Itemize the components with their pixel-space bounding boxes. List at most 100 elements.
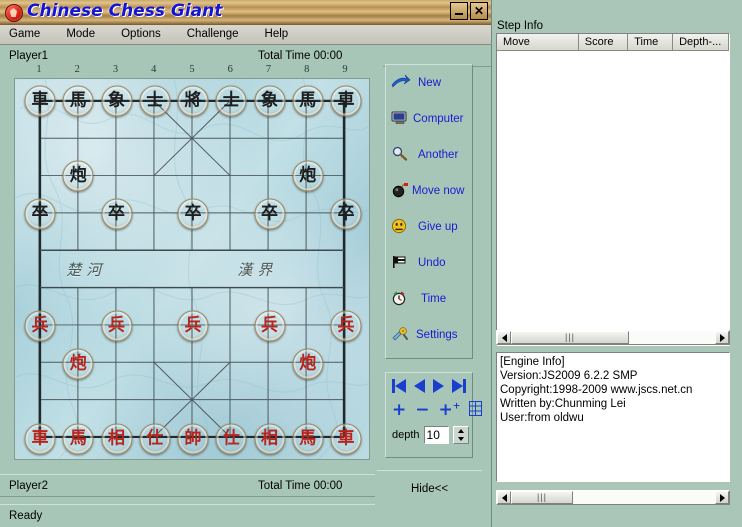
- piece-black-4-3[interactable]: 卒: [177, 198, 209, 230]
- piece-red-2-9[interactable]: 相: [101, 423, 132, 455]
- depth-input[interactable]: 10: [423, 426, 449, 444]
- player2-total-time: Total Time 00:00: [258, 479, 343, 492]
- action-button-label: Undo: [418, 257, 446, 269]
- menu-item-challenge[interactable]: Challenge: [187, 27, 251, 42]
- piece-black-4-0[interactable]: 將: [177, 85, 209, 117]
- action-button-label: Another: [418, 149, 459, 161]
- first-move-button[interactable]: [392, 379, 406, 393]
- piece-red-0-9[interactable]: 車: [24, 423, 56, 455]
- piece-black-2-3[interactable]: 卒: [101, 198, 132, 230]
- title-bar: Chinese Chess Giant ✕: [0, 0, 491, 25]
- piece-black-6-3[interactable]: 卒: [254, 198, 285, 230]
- list-icon[interactable]: [469, 401, 483, 419]
- plus-icon[interactable]: +: [392, 401, 406, 419]
- last-move-button[interactable]: [452, 379, 466, 393]
- piece-red-3-9[interactable]: 仕: [139, 423, 171, 455]
- action-button-undo[interactable]: Undo: [386, 245, 472, 281]
- menu-item-mode[interactable]: Mode: [66, 27, 107, 42]
- next-move-button[interactable]: [433, 379, 444, 393]
- navigation-panel: + − ++ depth 10: [385, 372, 483, 458]
- menu-item-options[interactable]: Options: [121, 27, 173, 42]
- piece-red-0-6[interactable]: 兵: [24, 310, 56, 342]
- piece-red-7-9[interactable]: 馬: [292, 423, 324, 455]
- action-button-label: Computer: [413, 113, 464, 125]
- action-button-move-now[interactable]: Move now: [386, 173, 472, 209]
- piece-black-6-0[interactable]: 象: [254, 85, 285, 117]
- xiangqi-board[interactable]: 楚河 漢界 車馬象士將士象馬車炮炮卒卒卒卒卒兵兵兵兵兵炮炮車馬相仕帥仕相馬車: [14, 78, 370, 460]
- piece-black-8-3[interactable]: 卒: [330, 198, 362, 230]
- action-button-new[interactable]: New: [386, 65, 472, 101]
- minus-icon[interactable]: −: [415, 401, 429, 419]
- action-button-time[interactable]: Time: [386, 281, 472, 317]
- engine-scroll-right-button[interactable]: [715, 491, 729, 504]
- previous-move-button[interactable]: [414, 379, 425, 393]
- action-button-give-up[interactable]: Give up: [386, 209, 472, 245]
- menu-item-game[interactable]: Game: [9, 27, 52, 42]
- piece-red-6-9[interactable]: 相: [254, 423, 285, 455]
- column-header-time[interactable]: Time: [628, 34, 674, 51]
- scroll-thumb[interactable]: |||: [511, 331, 629, 344]
- piece-black-3-0[interactable]: 士: [139, 85, 171, 117]
- scroll-track[interactable]: |||: [511, 331, 715, 344]
- piece-red-2-6[interactable]: 兵: [101, 310, 132, 342]
- piece-red-1-7[interactable]: 炮: [62, 348, 94, 380]
- sad-face-icon: [391, 218, 409, 236]
- piece-red-4-6[interactable]: 兵: [177, 310, 209, 342]
- column-header-score[interactable]: Score: [578, 34, 629, 51]
- engine-info-line: User:from oldwu: [500, 412, 584, 424]
- action-button-computer[interactable]: Computer: [386, 101, 472, 137]
- magnifier-icon: [391, 146, 409, 164]
- piece-red-1-9[interactable]: 馬: [62, 423, 94, 455]
- scroll-right-button[interactable]: [715, 331, 729, 344]
- status-text: Ready: [9, 510, 43, 522]
- piece-red-4-9[interactable]: 帥: [177, 423, 209, 455]
- river-text-left: 楚河: [66, 261, 107, 280]
- piece-black-1-2[interactable]: 炮: [62, 160, 94, 192]
- depth-spinner-up[interactable]: [454, 427, 468, 435]
- engine-info-hscrollbar[interactable]: |||: [496, 490, 730, 505]
- depth-spinner[interactable]: [452, 426, 469, 444]
- close-button[interactable]: ✕: [470, 2, 488, 20]
- engine-scroll-left-button[interactable]: [497, 491, 511, 504]
- step-info-hscrollbar[interactable]: |||: [496, 330, 730, 345]
- engine-info-box[interactable]: [Engine Info] Version:JS2009 6.2.2 SMP Cop…: [496, 352, 730, 482]
- column-number-9: 9: [342, 64, 348, 75]
- engine-scroll-track[interactable]: |||: [511, 491, 715, 504]
- step-info-list[interactable]: Move Score Time Depth-...: [496, 33, 730, 346]
- engine-scroll-thumb[interactable]: |||: [511, 491, 573, 504]
- scroll-left-button[interactable]: [497, 331, 511, 344]
- action-button-label: Settings: [416, 329, 458, 341]
- engine-info-line: Written by:Chunming Lei: [500, 398, 626, 410]
- action-button-label: New: [418, 77, 442, 89]
- piece-red-8-6[interactable]: 兵: [330, 310, 362, 342]
- piece-black-0-0[interactable]: 車: [24, 85, 56, 117]
- piece-black-8-0[interactable]: 車: [330, 85, 362, 117]
- column-number-3: 3: [112, 64, 119, 75]
- minimize-button[interactable]: [450, 2, 468, 20]
- hide-panel-button[interactable]: Hide<<: [377, 470, 482, 506]
- piece-red-6-6[interactable]: 兵: [254, 310, 285, 342]
- column-header-move[interactable]: Move: [497, 34, 579, 51]
- player2-name: Player2: [9, 479, 48, 492]
- piece-red-7-7[interactable]: 炮: [292, 348, 324, 380]
- piece-black-7-2[interactable]: 炮: [292, 160, 324, 192]
- engine-info-line: Version:JS2009 6.2.2 SMP: [500, 370, 638, 382]
- action-button-settings[interactable]: Settings: [386, 317, 472, 353]
- piece-red-8-9[interactable]: 車: [330, 423, 362, 455]
- action-button-panel: New Computer Another Move now Give up Undo Tim…: [385, 64, 473, 359]
- menu-item-help[interactable]: Help: [265, 27, 301, 42]
- depth-spinner-down[interactable]: [454, 435, 468, 443]
- piece-black-5-0[interactable]: 士: [215, 85, 247, 117]
- player1-name: Player1: [9, 49, 48, 62]
- chess-app-icon: [5, 4, 23, 22]
- action-button-another[interactable]: Another: [386, 137, 472, 173]
- piece-black-0-3[interactable]: 卒: [24, 198, 56, 230]
- piece-black-1-0[interactable]: 馬: [62, 85, 94, 117]
- action-button-label: Give up: [418, 221, 458, 233]
- column-number-8: 8: [304, 64, 310, 75]
- add-plus-icon[interactable]: ++: [439, 401, 461, 419]
- piece-black-7-0[interactable]: 馬: [292, 85, 324, 117]
- piece-black-2-0[interactable]: 象: [101, 85, 132, 117]
- column-header-depth[interactable]: Depth-...: [673, 34, 729, 51]
- piece-red-5-9[interactable]: 仕: [215, 423, 247, 455]
